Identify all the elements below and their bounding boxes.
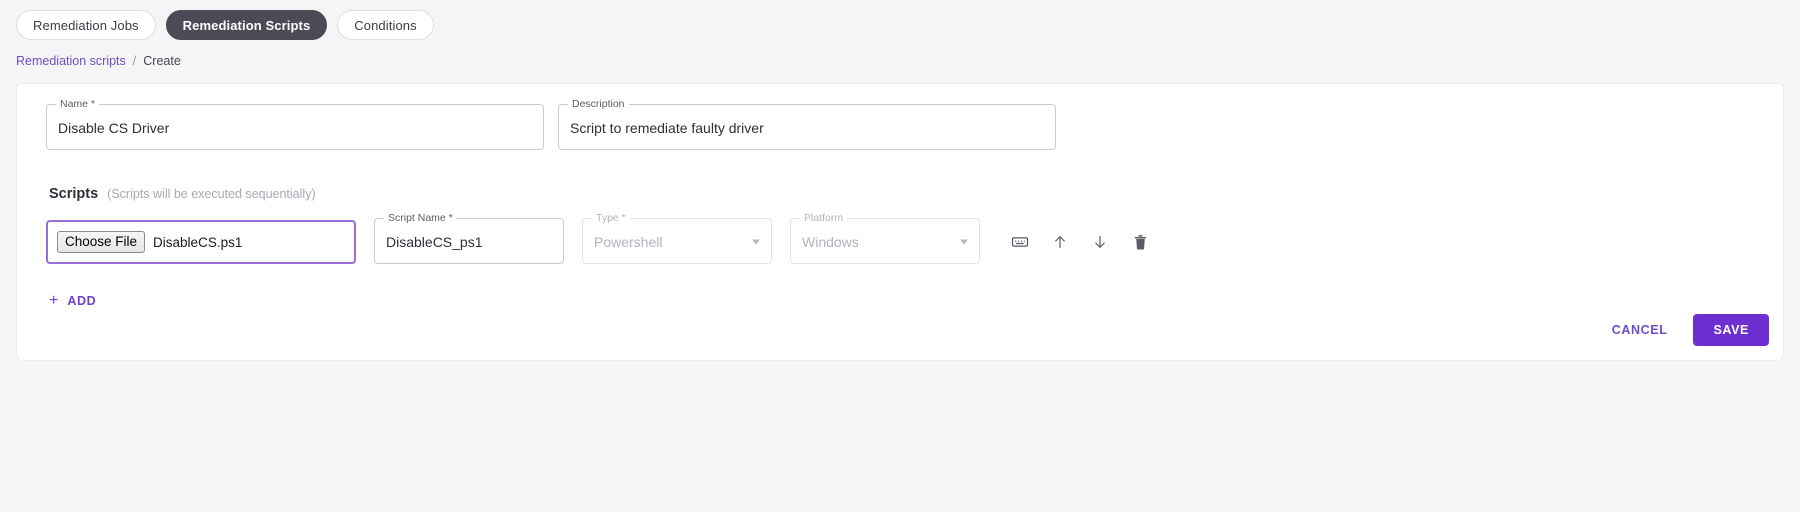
move-down-icon[interactable] [1086,228,1114,256]
script-row-actions [1006,228,1154,256]
tab-remediation-jobs-label: Remediation Jobs [33,17,139,33]
platform-select-label: Platform [804,212,844,224]
cancel-button[interactable]: CANCEL [1600,315,1680,345]
name-field[interactable]: Name * Disable CS Driver [46,99,544,150]
add-script-button[interactable]: + ADD [49,292,97,309]
name-field-label: Name * [60,98,96,110]
script-name-field[interactable]: Script Name * DisableCS_ps1 [374,213,564,264]
top-fields-row: Name * Disable CS Driver Description Scr… [33,99,1767,150]
tab-bar: Remediation Jobs Remediation Scripts Con… [0,0,1800,40]
description-field-label: Description [572,98,625,110]
breadcrumb-parent-link[interactable]: Remediation scripts [16,54,126,68]
choose-file-button[interactable]: Choose File [57,231,146,253]
platform-select[interactable]: Platform Windows [790,213,980,264]
platform-select-value: Windows [802,234,859,250]
tab-conditions[interactable]: Conditions [337,10,434,40]
add-script-label: ADD [67,294,97,308]
script-name-field-value: DisableCS_ps1 [386,234,483,250]
breadcrumb-separator: / [132,54,137,68]
breadcrumb-current: Create [143,54,181,68]
move-up-icon[interactable] [1046,228,1074,256]
delete-icon[interactable] [1126,228,1154,256]
description-field-value: Script to remediate faulty driver [570,120,764,136]
name-field-value: Disable CS Driver [58,120,170,136]
script-row: Choose File DisableCS.ps1 Script Name * … [33,213,1767,264]
chevron-down-icon [960,239,968,245]
scripts-title: Scripts [49,186,99,202]
file-input[interactable]: Choose File DisableCS.ps1 [46,220,356,264]
type-select-label: Type * [596,212,626,224]
plus-icon: + [49,292,59,309]
scripts-hint: (Scripts will be executed sequentially) [107,187,316,201]
script-content-icon[interactable] [1006,228,1034,256]
tab-remediation-scripts[interactable]: Remediation Scripts [165,10,328,40]
tab-remediation-scripts-label: Remediation Scripts [182,17,311,33]
scripts-section-heading: Scripts (Scripts will be executed sequen… [49,186,1767,202]
tab-conditions-label: Conditions [354,17,417,33]
create-script-card: Name * Disable CS Driver Description Scr… [16,83,1784,361]
script-name-field-label: Script Name * [388,212,453,224]
chosen-filename: DisableCS.ps1 [153,234,243,250]
type-select-value: Powershell [594,234,663,250]
description-field[interactable]: Description Script to remediate faulty d… [558,99,1056,150]
type-select[interactable]: Type * Powershell [582,213,772,264]
tab-remediation-jobs[interactable]: Remediation Jobs [16,10,156,40]
form-actions: CANCEL SAVE [1600,314,1769,346]
save-button[interactable]: SAVE [1693,314,1769,346]
chevron-down-icon [752,239,760,245]
breadcrumb: Remediation scripts / Create [0,40,1800,68]
